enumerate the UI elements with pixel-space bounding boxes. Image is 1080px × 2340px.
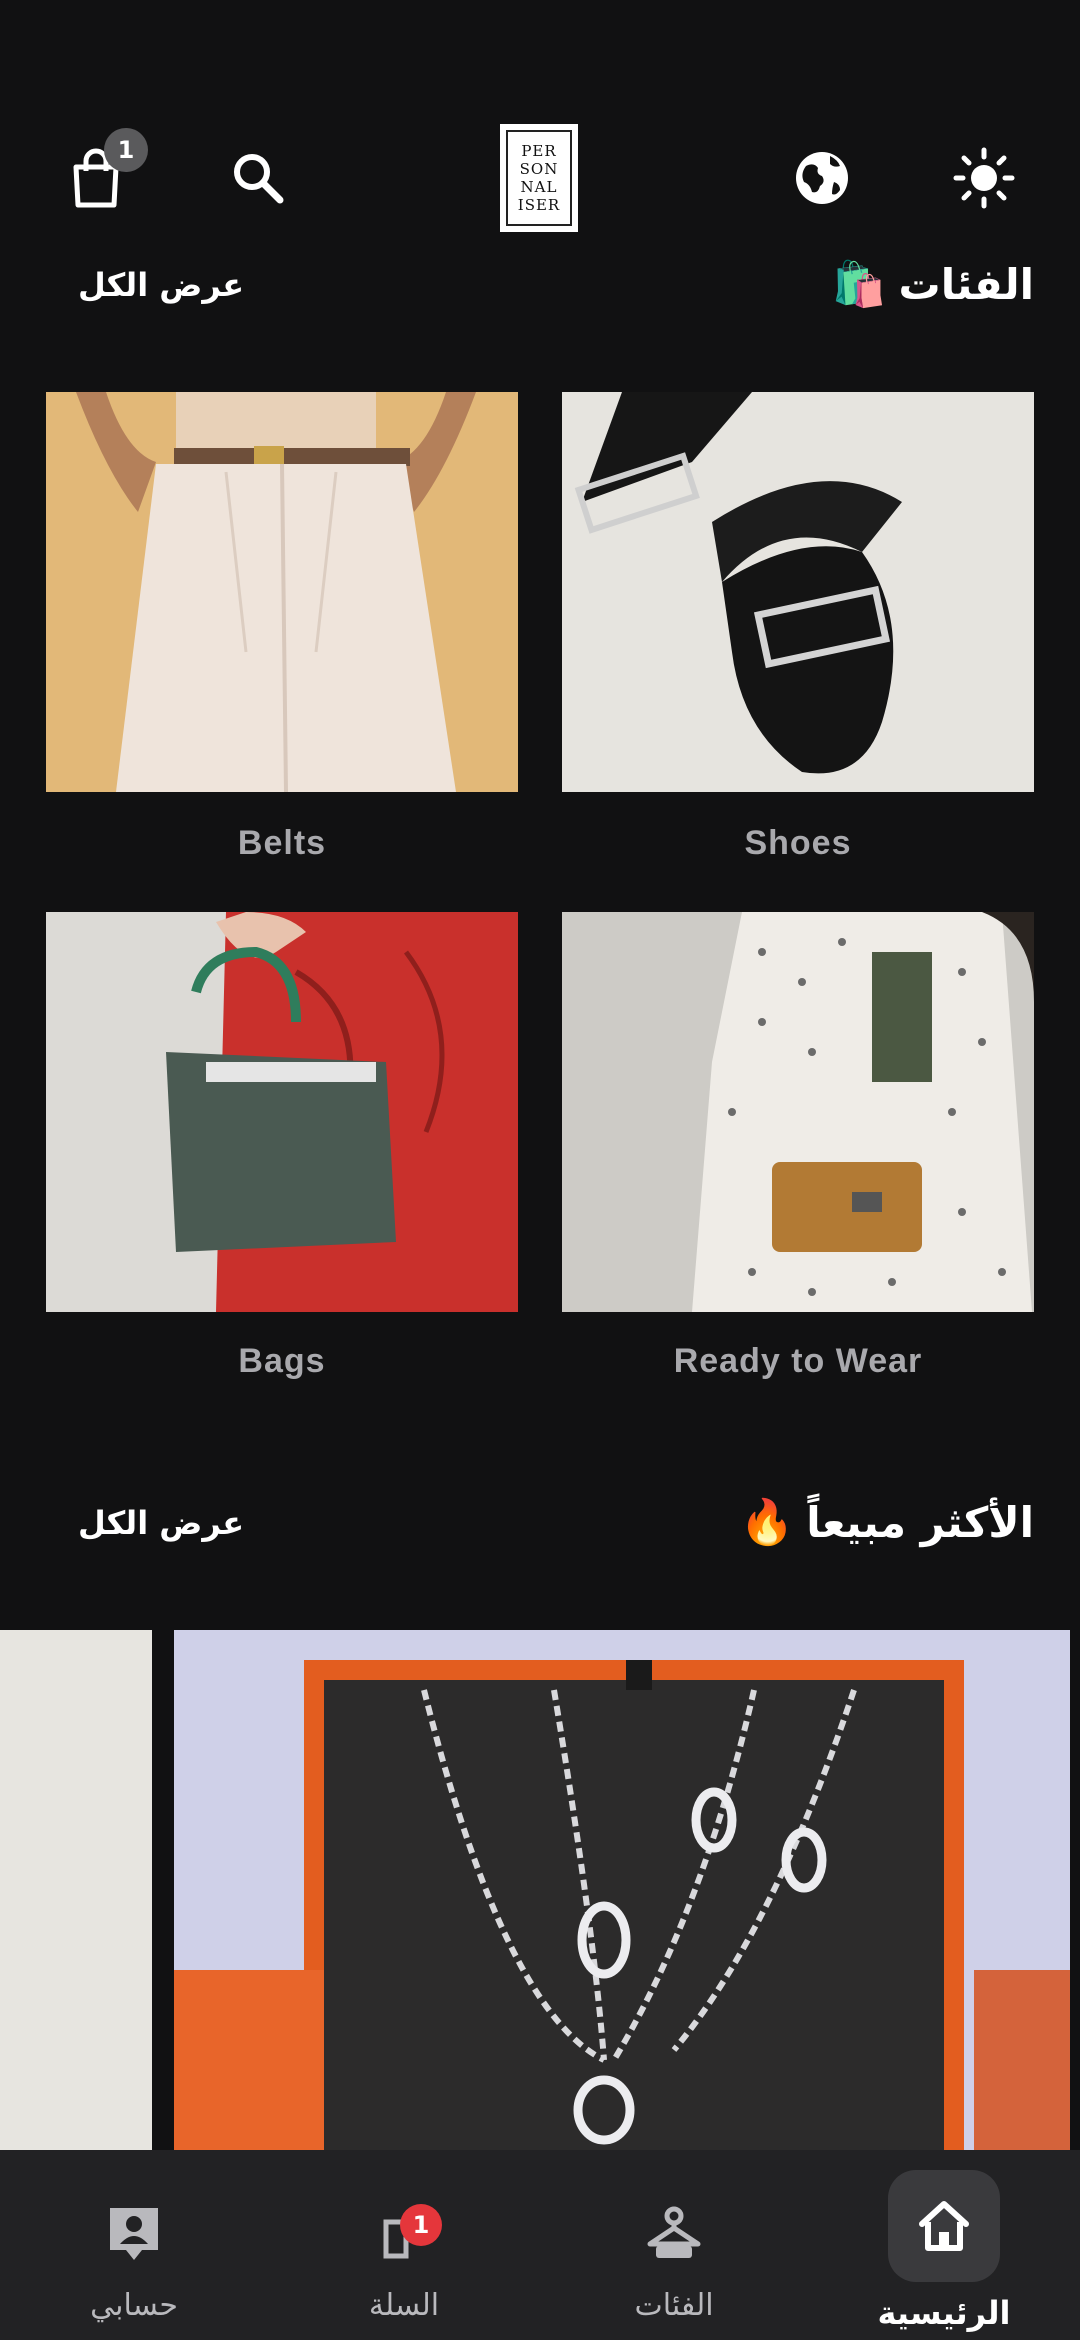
category-card-shoes[interactable] — [562, 392, 1034, 792]
logo-line: SON — [519, 160, 559, 178]
bags-image — [46, 912, 518, 1312]
bestsellers-title: الأكثر مبيعاً 🔥 — [739, 1496, 1034, 1548]
nav-item-account[interactable]: حسابي — [34, 2150, 234, 2340]
bestseller-card-necklace[interactable] — [174, 1630, 1070, 2150]
ready-to-wear-image — [562, 912, 1034, 1312]
logo-line: PER — [521, 142, 557, 160]
nav-label: السلة — [368, 2288, 440, 2323]
nav-label: الفئات — [634, 2288, 714, 2323]
categories-title-text: الفئات — [898, 259, 1034, 309]
nav-item-cart[interactable]: 1 السلة — [304, 2150, 504, 2340]
categories-title: الفئات 🛍️ — [832, 258, 1034, 310]
cart-count-badge: 1 — [104, 128, 148, 172]
globe-icon[interactable] — [782, 138, 862, 218]
category-card-ready-to-wear[interactable] — [562, 912, 1034, 1312]
brand-logo[interactable]: PER SON NAL ISER — [500, 124, 578, 232]
nav-item-categories[interactable]: الفئات — [574, 2150, 774, 2340]
bestseller-card-previous[interactable] — [0, 1630, 152, 2150]
categories-view-all-link[interactable]: عرض الكل — [78, 266, 244, 304]
account-icon — [94, 2194, 174, 2274]
hanger-icon — [634, 2194, 714, 2274]
category-label: Shoes — [744, 824, 852, 862]
category-card-belts[interactable] — [46, 392, 518, 792]
shopping-bags-icon: 🛍️ — [831, 259, 887, 310]
fire-icon: 🔥 — [739, 1497, 795, 1548]
cart-badge: 1 — [400, 2204, 442, 2246]
categories-header: الفئات 🛍️ عرض الكل — [0, 250, 1080, 330]
bestsellers-header: الأكثر مبيعاً 🔥 عرض الكل — [0, 1488, 1080, 1568]
logo-line: NAL — [520, 178, 558, 196]
necklace-image — [174, 1630, 1070, 2150]
nav-label: حسابي — [90, 2288, 178, 2323]
belts-image — [46, 392, 518, 792]
category-label: Belts — [237, 824, 327, 862]
home-icon — [888, 2170, 1000, 2282]
search-icon[interactable] — [218, 138, 298, 218]
bestsellers-view-all-link[interactable]: عرض الكل — [78, 1504, 244, 1542]
category-card-bags[interactable] — [46, 912, 518, 1312]
logo-line: ISER — [517, 196, 561, 214]
category-label: Bags — [238, 1342, 326, 1380]
category-label: Ready to Wear — [673, 1342, 923, 1380]
nav-item-home[interactable]: الرئيسية — [844, 2150, 1044, 2340]
shoes-image — [562, 392, 1034, 792]
bestsellers-title-text: الأكثر مبيعاً — [806, 1497, 1034, 1547]
bottom-navigation: الرئيسية الفئات 1 السلة حسابي — [0, 2150, 1080, 2340]
top-bar: 1 PER SON NAL ISER — [0, 118, 1080, 238]
sun-icon[interactable] — [944, 138, 1024, 218]
nav-label: الرئيسية — [877, 2294, 1011, 2332]
cart-icon: 1 — [364, 2194, 444, 2274]
